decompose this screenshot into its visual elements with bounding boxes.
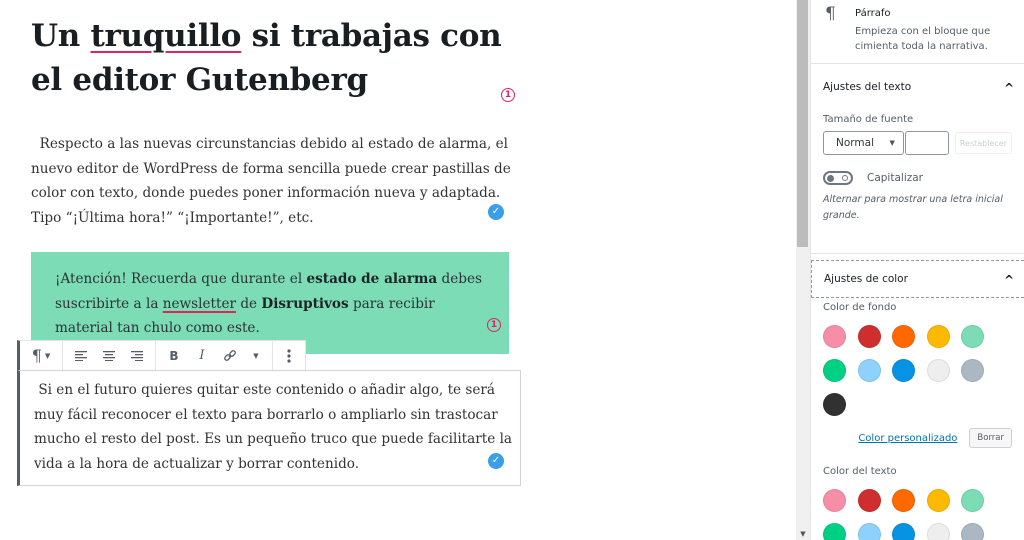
- color-swatch[interactable]: [892, 359, 915, 382]
- custom-color-link[interactable]: Color personalizado: [858, 433, 957, 444]
- toggle-off-indicator: [842, 175, 848, 181]
- color-settings-panel-toggle[interactable]: Ajustes de color ^: [811, 260, 1024, 298]
- color-swatch[interactable]: [857, 325, 881, 348]
- font-size-value: Normal: [836, 137, 874, 149]
- color-swatch[interactable]: [926, 489, 950, 512]
- paragraph-text: Respecto a las nuevas circunstancias deb…: [31, 136, 511, 226]
- color-swatch[interactable]: [823, 523, 846, 540]
- ellipsis-vertical-icon: [287, 348, 291, 363]
- more-formats-button[interactable]: ▼: [244, 341, 268, 370]
- color-swatch[interactable]: [926, 359, 950, 382]
- link-button[interactable]: [216, 341, 244, 370]
- color-swatch[interactable]: [823, 489, 846, 512]
- panel-title: Ajustes de color: [824, 273, 908, 285]
- color-swatch[interactable]: [892, 523, 915, 540]
- toolbar-group-more: [273, 341, 305, 370]
- color-swatch[interactable]: [892, 325, 915, 348]
- chevron-down-icon: ▼: [889, 139, 895, 147]
- text-settings-panel: Tamaño de fuente Normal ▼ Restablecer Ca…: [811, 110, 1024, 254]
- clear-color-button[interactable]: Borrar: [969, 428, 1012, 448]
- align-right-icon: [131, 350, 143, 361]
- align-left-icon: [75, 350, 87, 361]
- color-swatch[interactable]: [857, 523, 881, 540]
- chevron-down-icon: ▼: [44, 351, 51, 360]
- block-card-title: Párrafo: [855, 8, 891, 19]
- toolbar-group-formatting: B I ▼: [156, 341, 273, 370]
- grammar-ok-icon[interactable]: ✓: [488, 453, 504, 469]
- link-icon: [224, 349, 236, 361]
- drop-cap-toggle[interactable]: [823, 171, 853, 185]
- align-center-button[interactable]: [95, 341, 123, 370]
- title-text: Un: [31, 18, 91, 54]
- toolbar-group-block-type: ¶ ▼: [20, 341, 63, 370]
- block-type-button[interactable]: ¶ ▼: [24, 341, 58, 370]
- misspelled-word[interactable]: truquillo: [90, 18, 241, 54]
- editor-canvas: Un truquillo si trabajas con el editor G…: [0, 0, 796, 540]
- align-center-icon: [103, 350, 115, 361]
- panel-title: Ajustes del texto: [823, 81, 912, 93]
- scroll-down-arrow-icon[interactable]: ▼: [799, 530, 807, 538]
- color-swatch[interactable]: [961, 523, 984, 540]
- text-color-label: Color del texto: [823, 466, 897, 477]
- color-swatch[interactable]: [857, 489, 881, 512]
- align-left-button[interactable]: [67, 341, 95, 370]
- text-run: Si en el futuro quieres quitar este cont…: [34, 382, 513, 472]
- scrollbar-thumb[interactable]: [797, 0, 808, 247]
- chevron-down-icon: ▼: [253, 351, 259, 360]
- post-title[interactable]: Un truquillo si trabajas con el editor G…: [31, 14, 511, 102]
- chevron-up-icon: ^: [1003, 81, 1014, 95]
- color-settings-panel: Color de fondo Color personalizado Borra…: [811, 298, 1024, 540]
- color-swatch[interactable]: [961, 325, 984, 348]
- drop-cap-label: Capitalizar: [867, 172, 923, 184]
- align-right-button[interactable]: [123, 341, 151, 370]
- color-swatch[interactable]: [961, 359, 984, 382]
- chevron-up-icon: ^: [1003, 273, 1014, 287]
- color-swatch[interactable]: [823, 325, 846, 348]
- color-swatch[interactable]: [892, 489, 915, 512]
- drop-cap-help: Alternar para mostrar una letra inicial …: [823, 194, 1003, 221]
- color-swatch[interactable]: [926, 523, 950, 540]
- text-run: ¡Atención! Recuerda que durante el: [55, 271, 307, 287]
- color-swatch[interactable]: [926, 325, 950, 348]
- bold-button[interactable]: B: [160, 341, 188, 370]
- toggle-knob: [827, 174, 834, 182]
- text-run: de: [236, 295, 262, 312]
- color-swatch[interactable]: [961, 489, 984, 512]
- color-swatch[interactable]: [823, 359, 846, 382]
- font-size-label: Tamaño de fuente: [823, 114, 914, 125]
- spellcheck-error-badge[interactable]: 1: [501, 88, 515, 102]
- paragraph-text: Si en el futuro quieres quitar este cont…: [34, 378, 514, 476]
- font-size-select[interactable]: Normal ▼: [823, 131, 904, 155]
- editor-scrollbar[interactable]: ▼: [796, 0, 810, 540]
- reset-font-size-button[interactable]: Restablecer: [954, 132, 1012, 154]
- block-settings-sidebar: ¶ Párrafo Empieza con el bloque que cimi…: [810, 0, 1024, 540]
- block-card: ¶ Párrafo Empieza con el bloque que cimi…: [811, 0, 1024, 64]
- misspelled-word[interactable]: newsletter: [163, 296, 236, 312]
- pilcrow-icon: ¶: [31, 346, 42, 365]
- callout-text: ¡Atención! Recuerda que durante el estad…: [55, 267, 495, 341]
- paragraph-block[interactable]: Respecto a las nuevas circunstancias deb…: [31, 132, 511, 230]
- text-color-palette: [823, 489, 1012, 540]
- grammar-ok-icon[interactable]: ✓: [488, 204, 504, 220]
- text-settings-panel-toggle[interactable]: Ajustes del texto ^: [811, 64, 1024, 110]
- background-color-palette: [823, 325, 1012, 416]
- paragraph-block-icon: ¶: [825, 4, 836, 24]
- block-toolbar: ¶ ▼ B I ▼: [17, 340, 306, 371]
- bold-text: estado de alarma: [306, 271, 438, 287]
- color-swatch[interactable]: [857, 359, 881, 382]
- color-swatch[interactable]: [823, 393, 846, 416]
- spellcheck-error-badge[interactable]: 1: [487, 318, 501, 332]
- bold-text: Disruptivos: [261, 295, 349, 312]
- block-card-description: Empieza con el bloque que cimienta toda …: [855, 26, 991, 52]
- background-color-label: Color de fondo: [823, 302, 897, 313]
- colored-paragraph-block[interactable]: ¡Atención! Recuerda que durante el estad…: [31, 252, 509, 354]
- custom-font-size-input[interactable]: [904, 131, 949, 155]
- italic-button[interactable]: I: [188, 341, 216, 370]
- toolbar-group-alignment: [63, 341, 156, 370]
- selected-paragraph-block[interactable]: Si en el futuro quieres quitar este cont…: [17, 370, 521, 486]
- more-options-button[interactable]: [277, 341, 301, 370]
